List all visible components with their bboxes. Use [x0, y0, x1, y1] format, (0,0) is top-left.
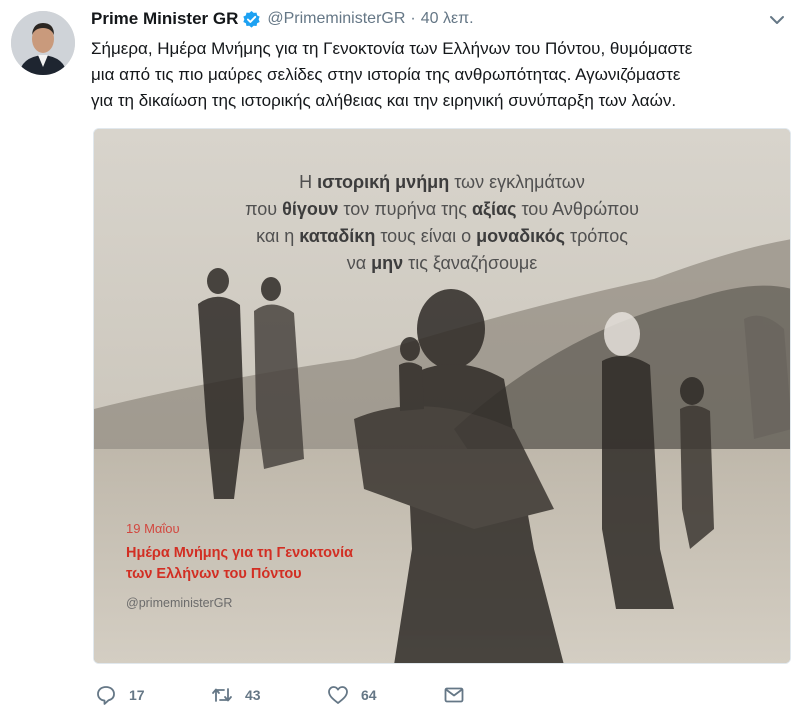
like-count: 64	[361, 687, 377, 703]
tweet-image[interactable]: Η ιστορική μνήμη των εγκλημάτων που θίγο…	[93, 128, 791, 664]
heart-icon	[328, 686, 348, 704]
reply-icon	[97, 686, 115, 705]
remembrance-line: των Ελλήνων του Πόντου	[126, 566, 302, 582]
image-date: 19 Μαΐου	[126, 521, 180, 536]
retweet-icon	[212, 688, 232, 702]
quote-line: που θίγουν τον πυρήνα της αξίας του Ανθρ…	[245, 199, 639, 219]
like-button[interactable]: 64	[327, 684, 443, 706]
remembrance-line: Ημέρα Μνήμης για τη Γενοκτονία	[126, 545, 354, 561]
image-watermark: @primeministerGR	[126, 596, 233, 610]
tweet-header: Prime Minister GR @PrimeministerGR · 40 …	[91, 8, 474, 30]
tweet-timestamp[interactable]: 40 λεπ.	[421, 10, 474, 28]
quote-line: να μην τις ξαναζήσουμε	[346, 253, 538, 273]
tweet-text-line: Σήμερα, Ημέρα Μνήμης για τη Γενοκτονία τ…	[91, 39, 693, 58]
reply-count: 17	[129, 687, 145, 703]
retweet-count: 43	[245, 687, 261, 703]
retweet-button[interactable]: 43	[211, 684, 327, 706]
chevron-down-icon[interactable]	[766, 9, 788, 31]
quote-line: και η καταδίκη τους είναι ο μοναδικός τρ…	[256, 226, 628, 246]
tweet-text-line: για τη δικαίωση της ιστορικής αλήθειας κ…	[91, 91, 677, 110]
separator-dot: ·	[410, 10, 416, 27]
tweet-actions: 17 43 64	[95, 682, 559, 708]
profile-avatar[interactable]	[11, 11, 75, 75]
user-handle[interactable]: @PrimeministerGR	[267, 10, 405, 28]
direct-message-button[interactable]	[443, 684, 559, 706]
quote-line: Η ιστορική μνήμη των εγκλημάτων	[299, 172, 585, 192]
display-name[interactable]: Prime Minister GR	[91, 9, 238, 29]
tweet-text-line: μια από τις πιο μαύρες σελίδες στην ιστο…	[91, 65, 681, 84]
tweet-text: Σήμερα, Ημέρα Μνήμης για τη Γενοκτονία τ…	[91, 36, 781, 114]
envelope-icon	[444, 687, 464, 703]
reply-button[interactable]: 17	[95, 684, 211, 706]
remembrance-title: Ημέρα Μνήμης για τη Γενοκτονία των Ελλήν…	[126, 543, 353, 585]
verified-badge-icon	[242, 10, 261, 29]
image-quote: Η ιστορική μνήμη των εγκλημάτων που θίγο…	[94, 169, 790, 277]
